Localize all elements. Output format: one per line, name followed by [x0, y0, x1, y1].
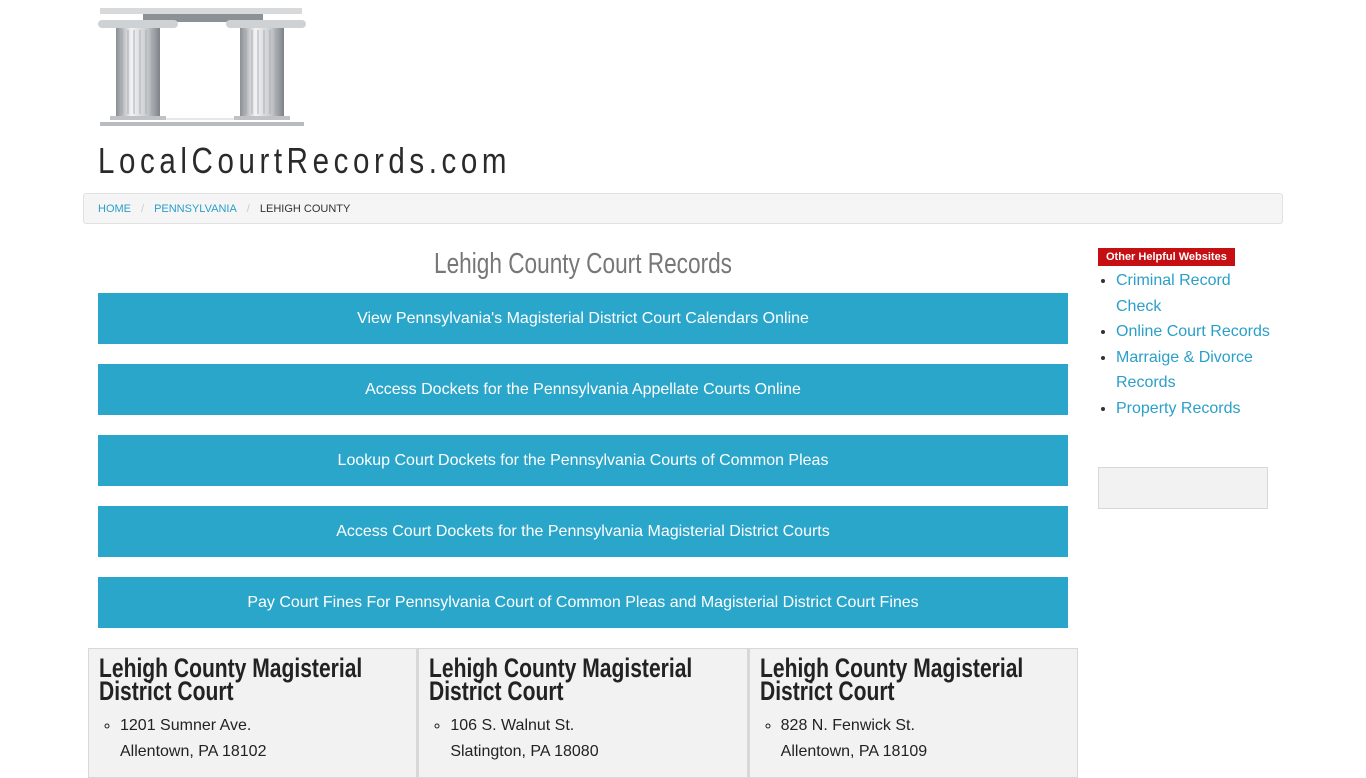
- court-name: Lehigh County Magisterial District Court: [99, 653, 363, 706]
- court-address-item: 828 N. Fenwick St. Allentown, PA 18109: [781, 713, 1067, 765]
- sidebar-item: Online Court Records: [1116, 319, 1273, 345]
- court-street: 1201 Sumner Ave.: [120, 717, 252, 734]
- court-city: Allentown, PA 18109: [780, 743, 928, 760]
- site-logo[interactable]: [98, 8, 308, 128]
- property-records-link[interactable]: Property Records: [1116, 400, 1241, 417]
- court-name: Lehigh County Magisterial District Court: [759, 653, 1023, 706]
- court-address: 828 N. Fenwick St. Allentown, PA 18109: [760, 713, 1067, 765]
- breadcrumb-pennsylvania[interactable]: Pennsylvania: [154, 203, 237, 215]
- court-address-item: 106 S. Walnut St. Slatington, PA 18080: [450, 713, 736, 765]
- court-street: 106 S. Walnut St.: [450, 717, 575, 734]
- court-card: Lehigh County Magisterial District Court…: [417, 648, 748, 778]
- court-card: Lehigh County Magisterial District Court…: [747, 648, 1078, 778]
- appellate-dockets-button[interactable]: Access Dockets for the Pennsylvania Appe…: [98, 364, 1068, 415]
- court-city: Slatington, PA 18080: [450, 743, 599, 760]
- magisterial-dockets-button[interactable]: Access Court Dockets for the Pennsylvani…: [98, 506, 1068, 557]
- court-city: Allentown, PA 18102: [120, 743, 267, 760]
- sidebar-links: Criminal Record Check Online Court Recor…: [1098, 268, 1273, 422]
- sidebar-badge: Other Helpful Websites: [1098, 248, 1235, 266]
- criminal-record-check-link[interactable]: Criminal Record Check: [1116, 272, 1231, 315]
- marriage-divorce-records-link[interactable]: Marraige & Divorce Records: [1116, 349, 1253, 392]
- online-court-records-link[interactable]: Online Court Records: [1116, 323, 1270, 340]
- sidebar-ad-box: [1098, 467, 1268, 509]
- sidebar-item: Criminal Record Check: [1116, 268, 1273, 319]
- court-card: Lehigh County Magisterial District Court…: [88, 648, 418, 778]
- court-calendars-button[interactable]: View Pennsylvania's Magisterial District…: [98, 293, 1068, 344]
- breadcrumb-current: Lehigh County: [259, 202, 351, 215]
- court-address: 1201 Sumner Ave. Allentown, PA 18102: [99, 713, 406, 765]
- breadcrumb-separator: /: [141, 202, 145, 215]
- common-pleas-dockets-button[interactable]: Lookup Court Dockets for the Pennsylvani…: [98, 435, 1068, 486]
- breadcrumb-separator: /: [246, 202, 250, 215]
- pay-court-fines-button[interactable]: Pay Court Fines For Pennsylvania Court o…: [98, 577, 1068, 628]
- site-name[interactable]: LocalCourtRecords.com: [98, 140, 511, 182]
- court-address-item: 1201 Sumner Ave. Allentown, PA 18102: [120, 713, 406, 765]
- sidebar-item: Property Records: [1116, 396, 1273, 422]
- court-list: Lehigh County Magisterial District Court…: [88, 648, 1078, 778]
- sidebar-item: Marraige & Divorce Records: [1116, 345, 1273, 396]
- court-address: 106 S. Walnut St. Slatington, PA 18080: [429, 713, 736, 765]
- page-title: Lehigh County Court Records: [433, 248, 732, 280]
- court-name: Lehigh County Magisterial District Court: [429, 653, 693, 706]
- breadcrumb: Home / Pennsylvania / Lehigh County: [83, 193, 1283, 224]
- court-street: 828 N. Fenwick St.: [780, 717, 915, 734]
- breadcrumb-home[interactable]: Home: [98, 203, 131, 215]
